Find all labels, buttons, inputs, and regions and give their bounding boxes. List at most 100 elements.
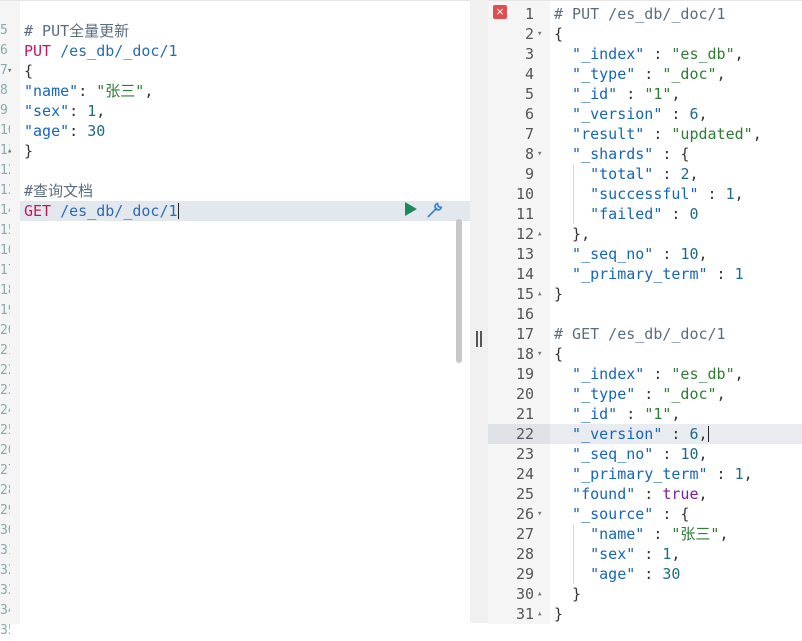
pane-resizer-handle[interactable] [475,331,483,347]
line-number: 19 [0,303,10,318]
request-line[interactable]: 34 [0,601,470,621]
code-text: }, [554,224,590,244]
line-number: 9 [0,103,8,118]
code-token: : [644,365,672,383]
request-line[interactable]: 21 [0,341,470,361]
request-line[interactable]: 5 # PUT全量更新 [0,21,470,41]
request-editor-pane[interactable]: 5 # PUT全量更新 6 PUT /es_db/_doc/1 7 ▾{8 "name": … [0,0,470,638]
request-line[interactable]: 13 #查询文档 [0,181,470,201]
response-line: 29 "age" : 30 [488,564,802,584]
code-token: "_primary_term" [554,465,708,483]
line-number: 3 [524,45,534,63]
request-line[interactable]: 17 [0,261,470,281]
response-line: 2 ▾ { [488,24,802,44]
request-line[interactable]: 27 [0,461,470,481]
request-editor-scrollbar[interactable] [456,219,462,363]
fold-toggle-icon[interactable]: ▾ [537,144,549,164]
code-token: } [554,605,564,623]
request-line[interactable]: 20 [0,321,470,341]
code-token: "_type" [554,65,636,83]
code-token: "1" [644,405,672,423]
code-token: GET [24,202,52,220]
line-number: 14 [0,203,10,218]
line-number: 32 [0,563,10,578]
request-line[interactable]: 11▴} [0,141,470,161]
code-text: "sex": 1, [24,101,105,121]
request-line[interactable]: 24 [0,401,470,421]
code-token: /es_db/_doc/1 [51,202,178,220]
request-line[interactable]: 31 [0,541,470,561]
line-number: 1 [524,5,534,23]
line-number: 34 [0,603,10,618]
code-token: : [662,425,690,443]
request-line[interactable]: 15 [0,221,470,241]
fold-toggle-icon[interactable]: ▾ [537,344,549,364]
code-token: "es_db" [671,365,735,383]
code-token: : [662,105,690,123]
code-token: "_seq_no" [554,245,654,263]
code-token: , [752,125,762,143]
line-number: 25 [0,423,10,438]
request-line[interactable]: 8 "name": "张三", [0,81,470,101]
response-line: 28 "sex" : 1, [488,544,802,564]
line-number: 22 [0,363,10,378]
line-number: 24 [515,465,534,483]
code-token: "successful" [554,185,699,203]
request-line[interactable]: 35 [0,621,470,641]
line-number: 13 [515,245,534,263]
request-line[interactable]: 22 [0,361,470,381]
request-line[interactable]: 7 ▾{ [0,61,470,81]
code-token: : [662,205,690,223]
fold-toggle-icon[interactable]: ▾ [537,24,549,44]
line-number: 21 [0,343,10,358]
play-icon[interactable] [404,201,418,217]
fold-toggle-icon[interactable]: ▴ [7,141,19,161]
request-line[interactable]: 29 [0,501,470,521]
request-line[interactable]: 19 [0,301,470,321]
request-line[interactable]: 6 PUT /es_db/_doc/1 [0,41,470,61]
request-line[interactable]: 9 "sex": 1, [0,101,470,121]
wrench-icon[interactable] [425,200,445,220]
code-text: { [24,61,33,81]
request-line[interactable]: 10 "age": 30 [0,121,470,141]
fold-toggle-icon[interactable]: ▾ [537,504,549,524]
request-line[interactable]: 16 [0,241,470,261]
request-line[interactable]: 25 [0,421,470,441]
code-token: 1 [725,185,735,203]
response-line: 6 "_version" : 6, [488,104,802,124]
code-token: : [635,565,663,583]
code-token: } [554,285,564,303]
error-marker-icon[interactable]: × [493,5,507,19]
fold-toggle-icon[interactable]: ▾ [7,61,19,81]
request-line-active[interactable]: 14 GET /es_db/_doc/1 [0,201,470,221]
line-number: 9 [524,165,534,183]
fold-toggle-icon[interactable]: ▴ [537,584,549,604]
request-line[interactable]: 26 [0,441,470,461]
request-line[interactable]: 33 [0,581,470,601]
code-token: "_doc" [662,65,717,83]
code-token: , [716,385,726,403]
request-line[interactable]: 18 [0,281,470,301]
response-line: 25 "found" : true, [488,484,802,504]
indent-guide [573,164,574,224]
line-number: 10 [0,123,10,138]
pane-resizer[interactable] [470,0,488,623]
code-text: "_version" : 6, [554,424,709,444]
request-editor[interactable]: 5 # PUT全量更新 6 PUT /es_db/_doc/1 7 ▾{8 "name": … [0,1,470,638]
line-number: 29 [515,565,534,583]
code-token: "total" [554,165,654,183]
fold-toggle-icon[interactable]: ▴ [537,284,549,304]
request-line[interactable]: 32 [0,561,470,581]
request-line[interactable]: 12 [0,161,470,181]
line-number: 10 [515,185,534,203]
fold-toggle-icon[interactable]: ▴ [537,604,549,624]
code-token: "found" [554,485,636,503]
code-token: 1 [734,465,744,483]
code-text: "total" : 2, [554,164,698,184]
code-token: , [734,185,744,203]
request-line[interactable]: 30 [0,521,470,541]
request-line[interactable]: 28 [0,481,470,501]
request-line[interactable]: 23 [0,381,470,401]
line-number: 27 [515,525,534,543]
fold-toggle-icon[interactable]: ▴ [537,224,549,244]
